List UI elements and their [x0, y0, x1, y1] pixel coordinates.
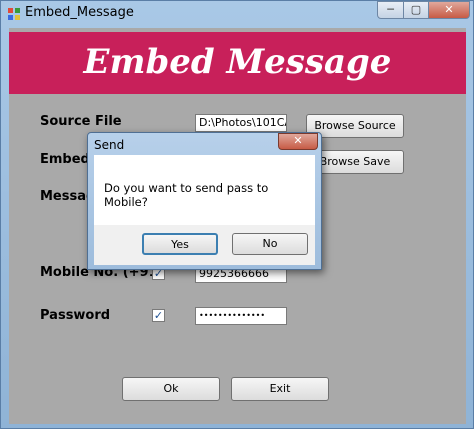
ok-button[interactable]: Ok: [122, 377, 220, 401]
dialog-close-button[interactable]: ✕: [278, 133, 318, 150]
source-file-input[interactable]: D:\Photos\101CAN: [195, 114, 287, 132]
exit-button[interactable]: Exit: [231, 377, 329, 401]
yes-button[interactable]: Yes: [142, 233, 218, 255]
dialog-title: Send: [94, 138, 125, 152]
window-title: Embed_Message: [25, 5, 134, 20]
send-dialog: Send ✕ Do you want to send pass to Mobil…: [87, 132, 322, 270]
dialog-footer: Yes No: [94, 225, 315, 265]
password-label: Password: [40, 308, 111, 323]
dialog-body: Do you want to send pass to Mobile?: [94, 155, 315, 225]
source-file-label: Source File: [40, 114, 122, 129]
maximize-button[interactable]: ▢: [403, 1, 429, 19]
password-checkbox[interactable]: ✓: [152, 309, 165, 322]
app-icon: [8, 8, 20, 20]
title-bar[interactable]: Embed_Message ─ ▢ ✕: [1, 1, 473, 27]
minimize-button[interactable]: ─: [377, 1, 404, 19]
header-banner: Embed Message: [9, 32, 466, 94]
dialog-message: Do you want to send pass to Mobile?: [104, 181, 269, 209]
no-button[interactable]: No: [232, 233, 308, 255]
close-button[interactable]: ✕: [428, 1, 470, 19]
embed-label: Embed: [40, 152, 90, 167]
banner-title: Embed Message: [83, 42, 392, 82]
main-window: Embed_Message ─ ▢ ✕ Embed Message Source…: [0, 0, 474, 429]
password-input[interactable]: ••••••••••••••: [195, 307, 287, 325]
